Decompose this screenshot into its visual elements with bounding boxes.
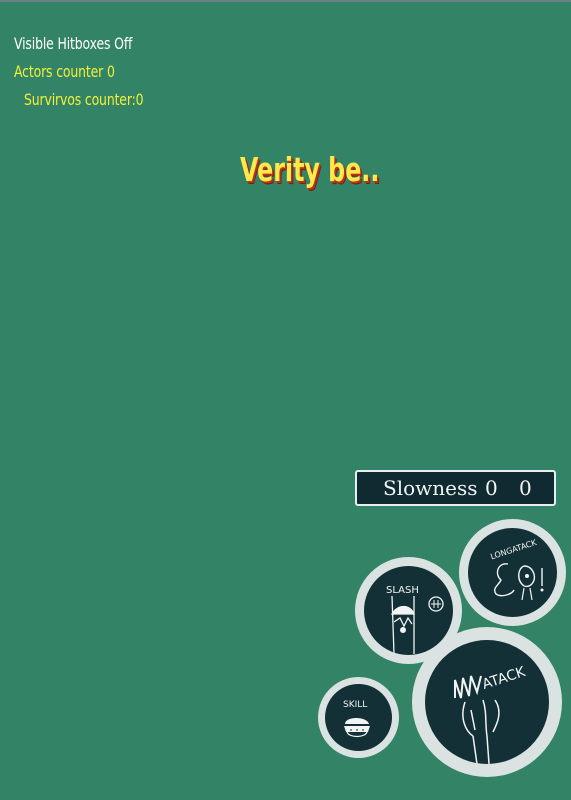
hitboxes-toggle-label[interactable]: Visible Hitboxes Off <box>14 34 132 53</box>
attack-label: ATACK <box>480 664 528 693</box>
skill-icon: SKILL <box>343 700 370 738</box>
slowness-label: Slowness <box>383 476 478 500</box>
skill-button[interactable]: SKILL <box>318 677 399 758</box>
slowness-value: 0 <box>485 476 498 500</box>
top-border <box>0 0 571 2</box>
long-attack-button[interactable]: LONGATACK <box>459 519 566 626</box>
slowness-secondary-value: 0 <box>519 476 532 500</box>
long-attack-icon: LONGATACK <box>489 538 544 601</box>
long-attack-label: LONGATACK <box>489 538 538 562</box>
attack-button[interactable]: ATACK <box>412 627 562 777</box>
attack-icon: ATACK <box>454 664 528 764</box>
skill-label: SKILL <box>343 700 367 710</box>
slash-label: SLASH <box>386 585 419 596</box>
game-title-text: Verity be.. <box>240 150 380 189</box>
actors-counter: Actors counter 0 <box>14 62 115 81</box>
slowness-status-box: Slowness 0 0 <box>355 470 556 506</box>
survivors-counter: Survirvos counter:0 <box>24 90 144 109</box>
